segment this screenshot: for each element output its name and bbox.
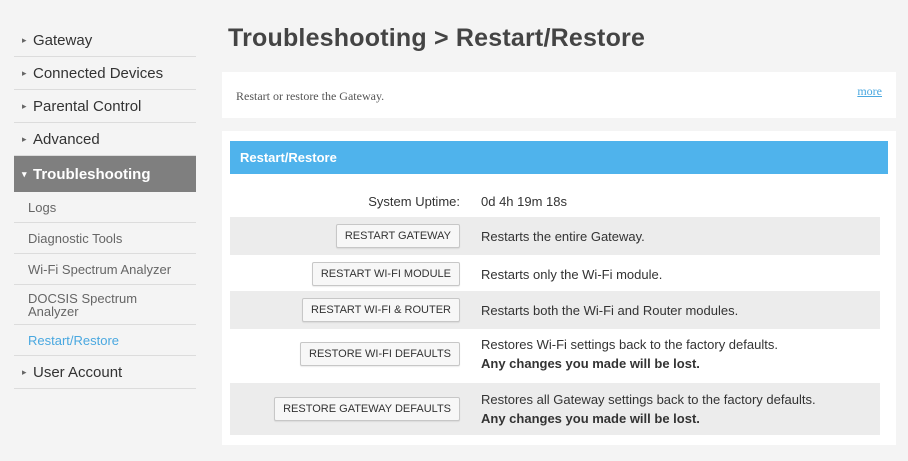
uptime-label: System Uptime: bbox=[368, 193, 460, 209]
row-description: Restores Wi-Fi settings back to the fact… bbox=[472, 335, 778, 373]
row-description: Restarts both the Wi-Fi and Router modul… bbox=[481, 302, 739, 318]
sidebar-item-user-account[interactable]: ▸ User Account bbox=[14, 356, 196, 389]
uptime-value: 0d 4h 19m 18s bbox=[481, 193, 568, 209]
restart-wifi-router-row: RESTART WI-FI & ROUTER Restarts both the… bbox=[230, 291, 880, 329]
sidebar-item-advanced[interactable]: ▸ Advanced bbox=[14, 123, 196, 156]
sidebar-item-label: Parental Control bbox=[33, 97, 142, 115]
row-warning-text: Any changes you made will be lost. bbox=[481, 356, 700, 371]
uptime-row: System Uptime: 0d 4h 19m 18s bbox=[230, 187, 880, 215]
row-description: Restarts the entire Gateway. bbox=[481, 228, 645, 244]
restart-wifi-router-button[interactable]: RESTART WI-FI & ROUTER bbox=[302, 298, 460, 322]
button-cell: RESTART WI-FI MODULE bbox=[230, 262, 472, 286]
panel-header: Restart/Restore bbox=[230, 141, 888, 174]
sidebar-subitem-diagnostic-tools[interactable]: Diagnostic Tools bbox=[14, 223, 196, 254]
uptime-label-cell: System Uptime: bbox=[230, 194, 472, 209]
sidebar-item-connected-devices[interactable]: ▸ Connected Devices bbox=[14, 57, 196, 90]
sidebar-item-troubleshooting[interactable]: ▾ Troubleshooting bbox=[14, 156, 196, 192]
button-cell: RESTART WI-FI & ROUTER bbox=[230, 298, 472, 322]
sidebar-item-label: Gateway bbox=[33, 31, 93, 49]
button-cell: RESTORE WI-FI DEFAULTS bbox=[230, 342, 472, 366]
row-description-text: Restores all Gateway settings back to th… bbox=[481, 392, 816, 407]
intro-text: Restart or restore the Gateway. bbox=[236, 89, 385, 103]
sidebar-subitem-restart-restore[interactable]: Restart/Restore bbox=[14, 325, 196, 356]
sidebar-subitem-label: Logs bbox=[28, 199, 57, 215]
sidebar-subitem-logs[interactable]: Logs bbox=[14, 192, 196, 223]
restart-gateway-button[interactable]: RESTART GATEWAY bbox=[335, 224, 460, 248]
caret-right-icon: ▸ bbox=[22, 133, 27, 144]
button-cell: RESTART GATEWAY bbox=[230, 224, 472, 248]
sidebar-subitem-label: Wi-Fi Spectrum Analyzer bbox=[28, 261, 172, 277]
caret-right-icon: ▸ bbox=[22, 34, 27, 45]
row-description: Restores all Gateway settings back to th… bbox=[472, 390, 816, 428]
restart-restore-panel: Restart/Restore System Uptime: 0d 4h 19m… bbox=[222, 131, 896, 445]
sidebar-item-gateway[interactable]: ▸ Gateway bbox=[14, 24, 196, 57]
sidebar-item-label: Troubleshooting bbox=[33, 165, 151, 183]
sidebar-nav: ▸ Gateway ▸ Connected Devices ▸ Parental Co… bbox=[14, 24, 196, 389]
row-description-text: Restores Wi-Fi settings back to the fact… bbox=[481, 337, 778, 352]
restore-gateway-defaults-button[interactable]: RESTORE GATEWAY DEFAULTS bbox=[274, 397, 460, 421]
row-description: Restarts only the Wi-Fi module. bbox=[481, 266, 663, 282]
button-cell: RESTORE GATEWAY DEFAULTS bbox=[230, 397, 472, 421]
sidebar-item-parental-control[interactable]: ▸ Parental Control bbox=[14, 90, 196, 123]
intro-box: Restart or restore the Gateway. more bbox=[222, 72, 896, 118]
caret-right-icon: ▸ bbox=[22, 100, 27, 111]
caret-right-icon: ▸ bbox=[22, 67, 27, 78]
sidebar-item-label: User Account bbox=[33, 363, 123, 381]
sidebar-subitem-docsis-spectrum-analyzer[interactable]: DOCSIS Spectrum Analyzer bbox=[14, 285, 196, 325]
restart-wifi-module-button[interactable]: RESTART WI-FI MODULE bbox=[311, 262, 460, 286]
restore-gateway-defaults-row: RESTORE GATEWAY DEFAULTS Restores all Ga… bbox=[230, 383, 880, 435]
sidebar-subitem-label: DOCSIS Spectrum Analyzer bbox=[28, 290, 138, 319]
page-title: Troubleshooting > Restart/Restore bbox=[228, 24, 646, 52]
more-link[interactable]: more bbox=[857, 84, 882, 99]
sidebar-subitem-label: Diagnostic Tools bbox=[28, 230, 123, 246]
sidebar-item-label: Connected Devices bbox=[33, 64, 164, 82]
restore-wifi-defaults-row: RESTORE WI-FI DEFAULTS Restores Wi-Fi se… bbox=[230, 331, 880, 377]
restart-wifi-module-row: RESTART WI-FI MODULE Restarts only the W… bbox=[230, 255, 880, 293]
restart-gateway-row: RESTART GATEWAY Restarts the entire Gate… bbox=[230, 217, 880, 255]
sidebar-subitem-wifi-spectrum-analyzer[interactable]: Wi-Fi Spectrum Analyzer bbox=[14, 254, 196, 285]
caret-right-icon: ▸ bbox=[22, 366, 27, 377]
sidebar-item-label: Advanced bbox=[33, 130, 100, 148]
caret-down-icon: ▾ bbox=[22, 168, 27, 179]
row-warning-text: Any changes you made will be lost. bbox=[481, 411, 700, 426]
restore-wifi-defaults-button[interactable]: RESTORE WI-FI DEFAULTS bbox=[300, 342, 460, 366]
sidebar-subitem-label: Restart/Restore bbox=[28, 332, 120, 348]
